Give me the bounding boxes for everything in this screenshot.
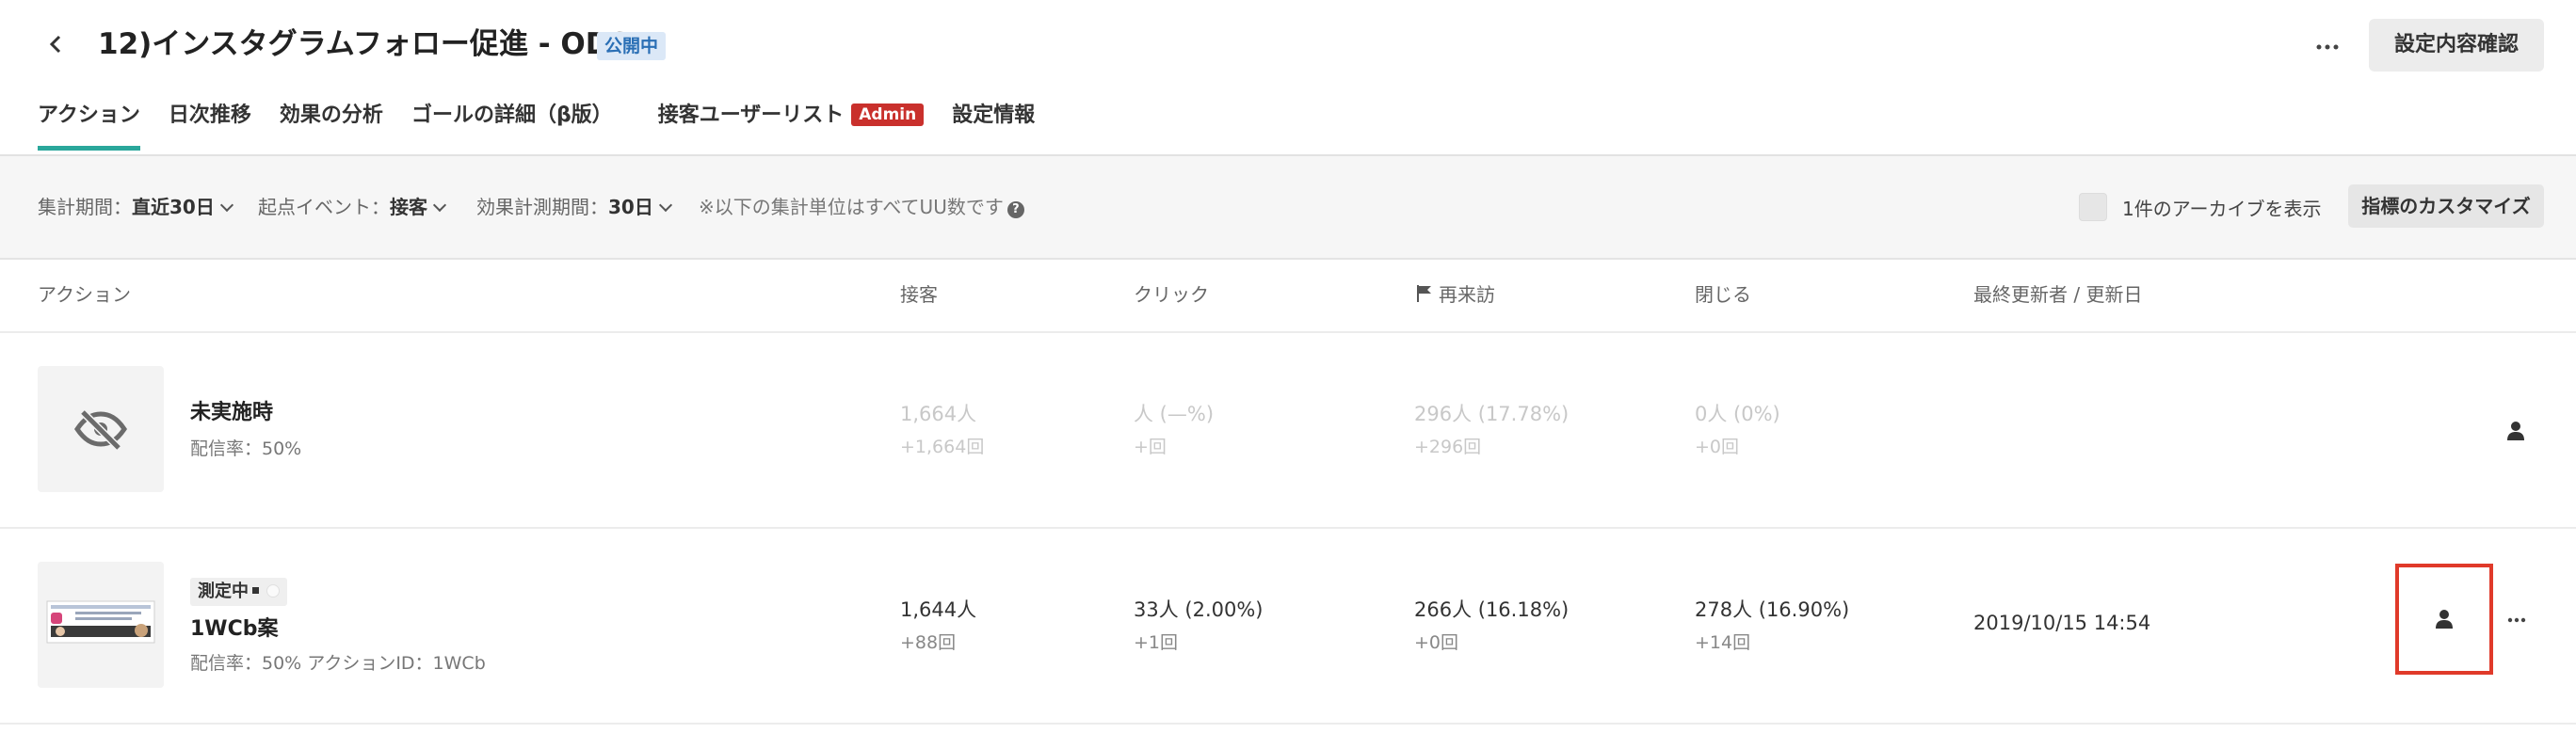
- measure-period-filter[interactable]: 効果計測期間：30日: [476, 156, 672, 258]
- tab-goal-details[interactable]: ゴールの詳細（β版）: [411, 98, 613, 151]
- admin-badge: Admin: [851, 104, 925, 126]
- show-archive-toggle[interactable]: 1件のアーカイブを表示: [2079, 191, 2322, 223]
- close-value: 278人 (16.90%): [1695, 598, 1850, 621]
- filter-label: 集計期間：: [38, 196, 132, 218]
- chevron-down-icon: [658, 198, 672, 213]
- column-label: 再来訪: [1439, 283, 1495, 306]
- column-updated: 最終更新者 / 更新日: [1973, 283, 2143, 306]
- tab-label: アクション: [38, 104, 140, 127]
- archive-checkbox[interactable]: [2079, 193, 2107, 221]
- user-icon: [2507, 422, 2524, 440]
- column-action: アクション: [38, 283, 131, 306]
- tab-actions[interactable]: アクション: [38, 98, 140, 151]
- action-name: 未実施時: [190, 401, 274, 424]
- click-value: 人 (—%): [1134, 403, 1215, 425]
- tab-label: ゴールの詳細（β版）: [411, 104, 613, 127]
- chevron-down-icon: [432, 198, 447, 213]
- chevron-down-icon: [219, 198, 233, 213]
- customize-metrics-button[interactable]: 指標のカスタマイズ: [2348, 184, 2544, 228]
- filter-bar: 集計期間：直近30日 起点イベント：接客 効果計測期間：30日 ※以下の集計単位…: [0, 156, 2576, 260]
- filter-value: 30日: [608, 196, 653, 218]
- tab-bar: アクション 日次推移 効果の分析 ゴールの詳細（β版） 接客ユーザーリスト Adm…: [38, 98, 1063, 152]
- tab-daily[interactable]: 日次推移: [169, 98, 251, 151]
- click-value: 33人 (2.00%): [1134, 598, 1264, 621]
- column-revisit: 再来訪: [1416, 258, 1495, 331]
- back-button[interactable]: [40, 28, 72, 60]
- period-filter[interactable]: 集計期間：直近30日: [38, 156, 233, 258]
- column-click: クリック: [1134, 283, 1209, 306]
- filter-value: 接客: [390, 196, 427, 218]
- tab-label: 効果の分析: [279, 104, 383, 127]
- banner-preview-image: [38, 562, 164, 688]
- eye-off-icon: [73, 409, 128, 450]
- user-icon: [2436, 610, 2453, 629]
- user-button[interactable]: [2497, 412, 2535, 450]
- revisit-count: +296回: [1414, 437, 1482, 457]
- serve-value: 1,664人: [900, 403, 977, 425]
- row-more-button[interactable]: [2501, 604, 2533, 636]
- aggregation-note: ※以下の集計単位はすべてUU数です?: [699, 156, 1024, 258]
- tab-label: 日次推移: [168, 104, 251, 127]
- revisit-value: 266人 (16.18%): [1414, 598, 1570, 621]
- action-thumbnail: [38, 366, 164, 492]
- header-more-button[interactable]: [2309, 28, 2346, 66]
- tab-label: 接客ユーザーリスト: [657, 104, 845, 127]
- revisit-value: 296人 (17.78%): [1414, 403, 1570, 425]
- table-row[interactable]: 未実施時 配信率：50% 1,664人 +1,664回 人 (—%) +回 29…: [0, 333, 2576, 529]
- table-row[interactable]: 測定中 1WCb案 配信率：50% アクションID：1WCb 1,644人 +8…: [0, 529, 2576, 725]
- updated-date: 2019/10/15 14:54: [1973, 612, 2151, 634]
- tab-settings[interactable]: 設定情報: [952, 98, 1035, 151]
- archive-label: 1件のアーカイブを表示: [2122, 197, 2322, 220]
- column-close: 閉じる: [1695, 283, 1751, 306]
- flag-icon: [1417, 285, 1431, 302]
- click-count: +1回: [1134, 632, 1179, 653]
- event-filter[interactable]: 起点イベント：接客: [258, 156, 447, 258]
- note-text: ※以下の集計単位はすべてUU数です: [699, 196, 1004, 218]
- measuring-badge: 測定中: [190, 578, 287, 606]
- more-horizontal-icon: [2316, 44, 2339, 50]
- action-sub: 配信率：50% アクションID：1WCb: [190, 653, 486, 674]
- action-sub: 配信率：50%: [190, 438, 302, 459]
- close-value: 0人 (0%): [1695, 403, 1780, 425]
- close-count: +14回: [1695, 632, 1751, 653]
- page-title: 12)インスタグラムフォロー促進 - ODS: [98, 27, 631, 61]
- action-thumbnail: [38, 562, 164, 688]
- filter-value: 直近30日: [132, 196, 215, 218]
- serve-count: +88回: [900, 632, 957, 653]
- tab-label: 設定情報: [952, 104, 1036, 127]
- tab-effect-analysis[interactable]: 効果の分析: [280, 98, 383, 151]
- close-count: +0回: [1695, 437, 1740, 457]
- tab-user-list[interactable]: 接客ユーザーリスト Admin: [658, 98, 925, 151]
- serve-count: +1,664回: [900, 437, 985, 457]
- revisit-count: +0回: [1414, 632, 1459, 653]
- page-header: 12)インスタグラムフォロー促進 - ODS 公開中 設定内容確認 アクション …: [0, 0, 2576, 156]
- settings-confirm-button[interactable]: 設定内容確認: [2369, 19, 2544, 72]
- serve-value: 1,644人: [900, 598, 977, 621]
- help-icon[interactable]: ?: [1006, 201, 1024, 218]
- more-horizontal-icon: [2507, 617, 2526, 623]
- column-serve: 接客: [900, 283, 938, 306]
- chevron-left-icon: [49, 35, 61, 54]
- action-name: 1WCb案: [190, 617, 279, 641]
- filter-label: 効果計測期間：: [476, 196, 608, 218]
- circle-icon: [266, 584, 280, 598]
- user-button[interactable]: [2395, 564, 2493, 675]
- status-badge: 公開中: [597, 32, 667, 60]
- click-count: +回: [1134, 437, 1167, 457]
- status-text: 測定中: [198, 582, 249, 601]
- filter-label: 起点イベント：: [258, 196, 390, 218]
- square-icon: [252, 587, 259, 594]
- table-header: アクション 接客 クリック 再来訪 閉じる 最終更新者 / 更新日: [0, 258, 2576, 333]
